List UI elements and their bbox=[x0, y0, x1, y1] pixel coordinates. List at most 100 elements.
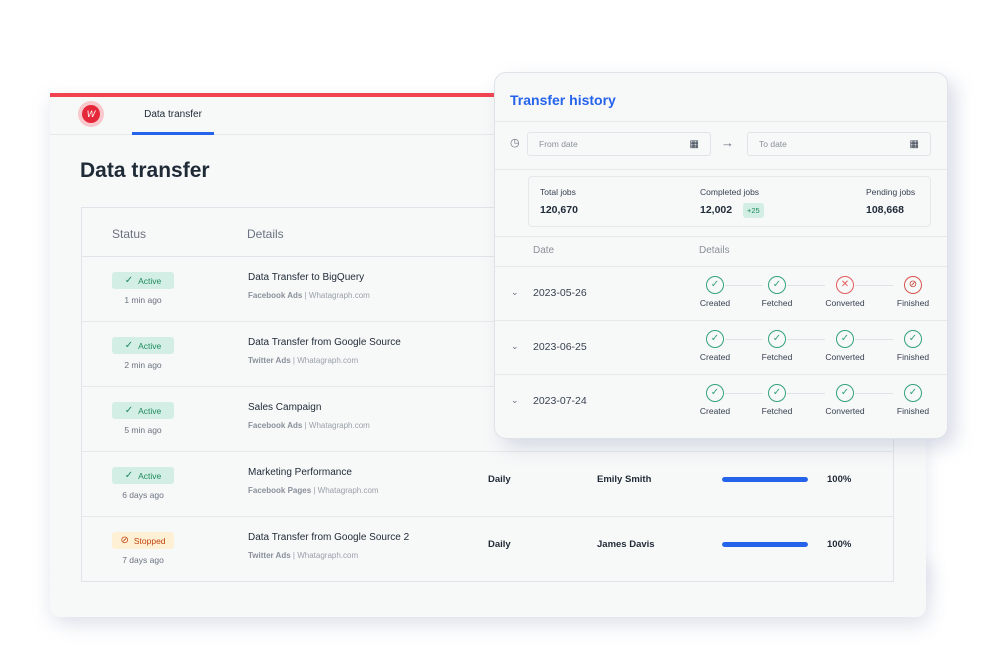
from-date-input[interactable]: From date ▦ bbox=[527, 132, 711, 156]
pipeline-step: ✓ Fetched bbox=[747, 384, 807, 416]
completed-jobs-value: 12,002 bbox=[700, 204, 733, 216]
pipeline-step: ✕ Converted bbox=[815, 276, 875, 308]
table-row[interactable]: ⊘ Stopped 7 days ago Data Transfer from … bbox=[82, 517, 893, 582]
divider bbox=[495, 121, 947, 122]
check-circle-icon: ✓ bbox=[706, 276, 724, 294]
pipeline-step: ✓ Created bbox=[685, 330, 745, 362]
stop-icon: ⊘ bbox=[120, 535, 129, 546]
step-label: Fetched bbox=[761, 406, 793, 416]
history-date: 2023-05-26 bbox=[533, 287, 587, 299]
tab-data-transfer[interactable]: Data transfer bbox=[132, 97, 214, 135]
frequency: Daily bbox=[488, 474, 511, 485]
history-date: 2023-06-25 bbox=[533, 341, 587, 353]
transfer-title[interactable]: Data Transfer from Google Source bbox=[248, 337, 401, 348]
status-badge: ✓ Active bbox=[112, 467, 174, 484]
check-icon: ✓ bbox=[124, 340, 134, 351]
transfer-source: Facebook Pages | Whatagraph.com bbox=[248, 486, 379, 495]
progress-bar bbox=[722, 477, 808, 482]
step-label: Fetched bbox=[761, 298, 793, 308]
step-label: Created bbox=[699, 352, 731, 362]
source-name: Facebook Pages bbox=[248, 486, 312, 495]
status-label: Active bbox=[138, 470, 162, 481]
check-circle-icon: ✓ bbox=[768, 330, 786, 348]
check-circle-icon: ✓ bbox=[836, 384, 854, 402]
from-date-placeholder: From date bbox=[539, 139, 578, 149]
chevron-down-icon[interactable]: ⌄ bbox=[511, 395, 519, 406]
transfer-title[interactable]: Marketing Performance bbox=[248, 467, 352, 478]
status-badge: ✓ Active bbox=[112, 402, 174, 419]
chevron-down-icon[interactable]: ⌄ bbox=[511, 341, 519, 352]
transfer-title[interactable]: Data Transfer to BigQuery bbox=[248, 272, 364, 283]
pending-jobs-label: Pending jobs bbox=[866, 187, 916, 197]
pipeline-step: ✓ Finished bbox=[883, 330, 943, 362]
transfer-title[interactable]: Data Transfer from Google Source 2 bbox=[248, 532, 409, 543]
history-row[interactable]: ⌄ 2023-06-25 ✓ Created ✓ Fetched ✓ Conve… bbox=[495, 321, 947, 375]
source-site: Whatagraph.com bbox=[308, 291, 370, 300]
arrow-right-icon: → bbox=[721, 135, 734, 150]
calendar-icon[interactable]: ▦ bbox=[910, 139, 919, 150]
source-site: Whatagraph.com bbox=[308, 421, 370, 430]
clock-icon: ◷ bbox=[510, 137, 520, 149]
pipeline-step: ✓ Converted bbox=[815, 384, 875, 416]
calendar-icon[interactable]: ▦ bbox=[690, 139, 699, 150]
last-run-time: 2 min ago bbox=[124, 360, 162, 370]
source-name: Facebook Ads bbox=[248, 421, 303, 430]
owner-name: James Davis bbox=[597, 539, 655, 550]
check-circle-icon: ✓ bbox=[836, 330, 854, 348]
to-date-placeholder: To date bbox=[759, 139, 787, 149]
status-label: Active bbox=[138, 405, 162, 416]
pipeline-step: ⊘ Finished bbox=[883, 276, 943, 308]
total-jobs-value: 120,670 bbox=[540, 204, 578, 216]
table-row[interactable]: ✓ Active 6 days ago Marketing Performanc… bbox=[82, 452, 893, 517]
transfer-source: Facebook Ads | Whatagraph.com bbox=[248, 421, 370, 430]
status-label: Stopped bbox=[133, 535, 166, 546]
app-logo[interactable]: W bbox=[78, 101, 104, 127]
step-label: Converted bbox=[825, 406, 865, 416]
step-label: Created bbox=[699, 298, 731, 308]
check-circle-icon: ✓ bbox=[706, 384, 724, 402]
header-status: Status bbox=[112, 227, 147, 241]
completed-delta-badge: +25 bbox=[743, 203, 764, 218]
source-site: Whatagraph.com bbox=[297, 356, 359, 365]
status-label: Active bbox=[138, 340, 162, 351]
pipeline-step: ✓ Finished bbox=[883, 384, 943, 416]
status-badge: ✓ Active bbox=[112, 337, 174, 354]
last-run-time: 7 days ago bbox=[122, 555, 164, 565]
check-circle-icon: ✓ bbox=[706, 330, 724, 348]
pipeline-step: ✓ Converted bbox=[815, 330, 875, 362]
history-header-details: Details bbox=[699, 245, 730, 256]
last-run-time: 1 min ago bbox=[124, 295, 162, 305]
status-badge: ✓ Active bbox=[112, 272, 174, 289]
step-label: Converted bbox=[825, 352, 865, 362]
check-icon: ✓ bbox=[124, 405, 134, 416]
step-label: Fetched bbox=[761, 352, 793, 362]
source-name: Twitter Ads bbox=[248, 356, 291, 365]
pending-jobs-value: 108,668 bbox=[866, 204, 904, 216]
pipeline-step: ✓ Fetched bbox=[747, 276, 807, 308]
history-row[interactable]: ⌄ 2023-05-26 ✓ Created ✓ Fetched ✕ Conve… bbox=[495, 267, 947, 321]
page-title: Data transfer bbox=[80, 159, 210, 182]
divider bbox=[495, 169, 947, 170]
source-site: Whatagraph.com bbox=[317, 486, 379, 495]
history-row[interactable]: ⌄ 2023-07-24 ✓ Created ✓ Fetched ✓ Conve… bbox=[495, 375, 947, 429]
transfer-source: Facebook Ads | Whatagraph.com bbox=[248, 291, 370, 300]
chevron-down-icon[interactable]: ⌄ bbox=[511, 287, 519, 298]
header-details: Details bbox=[247, 227, 284, 241]
progress-bar bbox=[722, 542, 808, 547]
progress-percent: 100% bbox=[827, 539, 852, 550]
last-run-time: 5 min ago bbox=[124, 425, 162, 435]
to-date-input[interactable]: To date ▦ bbox=[747, 132, 931, 156]
pipeline-step: ✓ Created bbox=[685, 276, 745, 308]
check-circle-icon: ✓ bbox=[768, 384, 786, 402]
source-name: Facebook Ads bbox=[248, 291, 303, 300]
owner-name: Emily Smith bbox=[597, 474, 652, 485]
frequency: Daily bbox=[488, 539, 511, 550]
step-label: Finished bbox=[896, 298, 930, 308]
x-circle-icon: ✕ bbox=[836, 276, 854, 294]
transfer-title[interactable]: Sales Campaign bbox=[248, 402, 321, 413]
history-header-date: Date bbox=[533, 245, 555, 256]
check-icon: ✓ bbox=[124, 275, 134, 286]
pipeline-step: ✓ Created bbox=[685, 384, 745, 416]
step-label: Finished bbox=[896, 352, 930, 362]
check-circle-icon: ✓ bbox=[768, 276, 786, 294]
